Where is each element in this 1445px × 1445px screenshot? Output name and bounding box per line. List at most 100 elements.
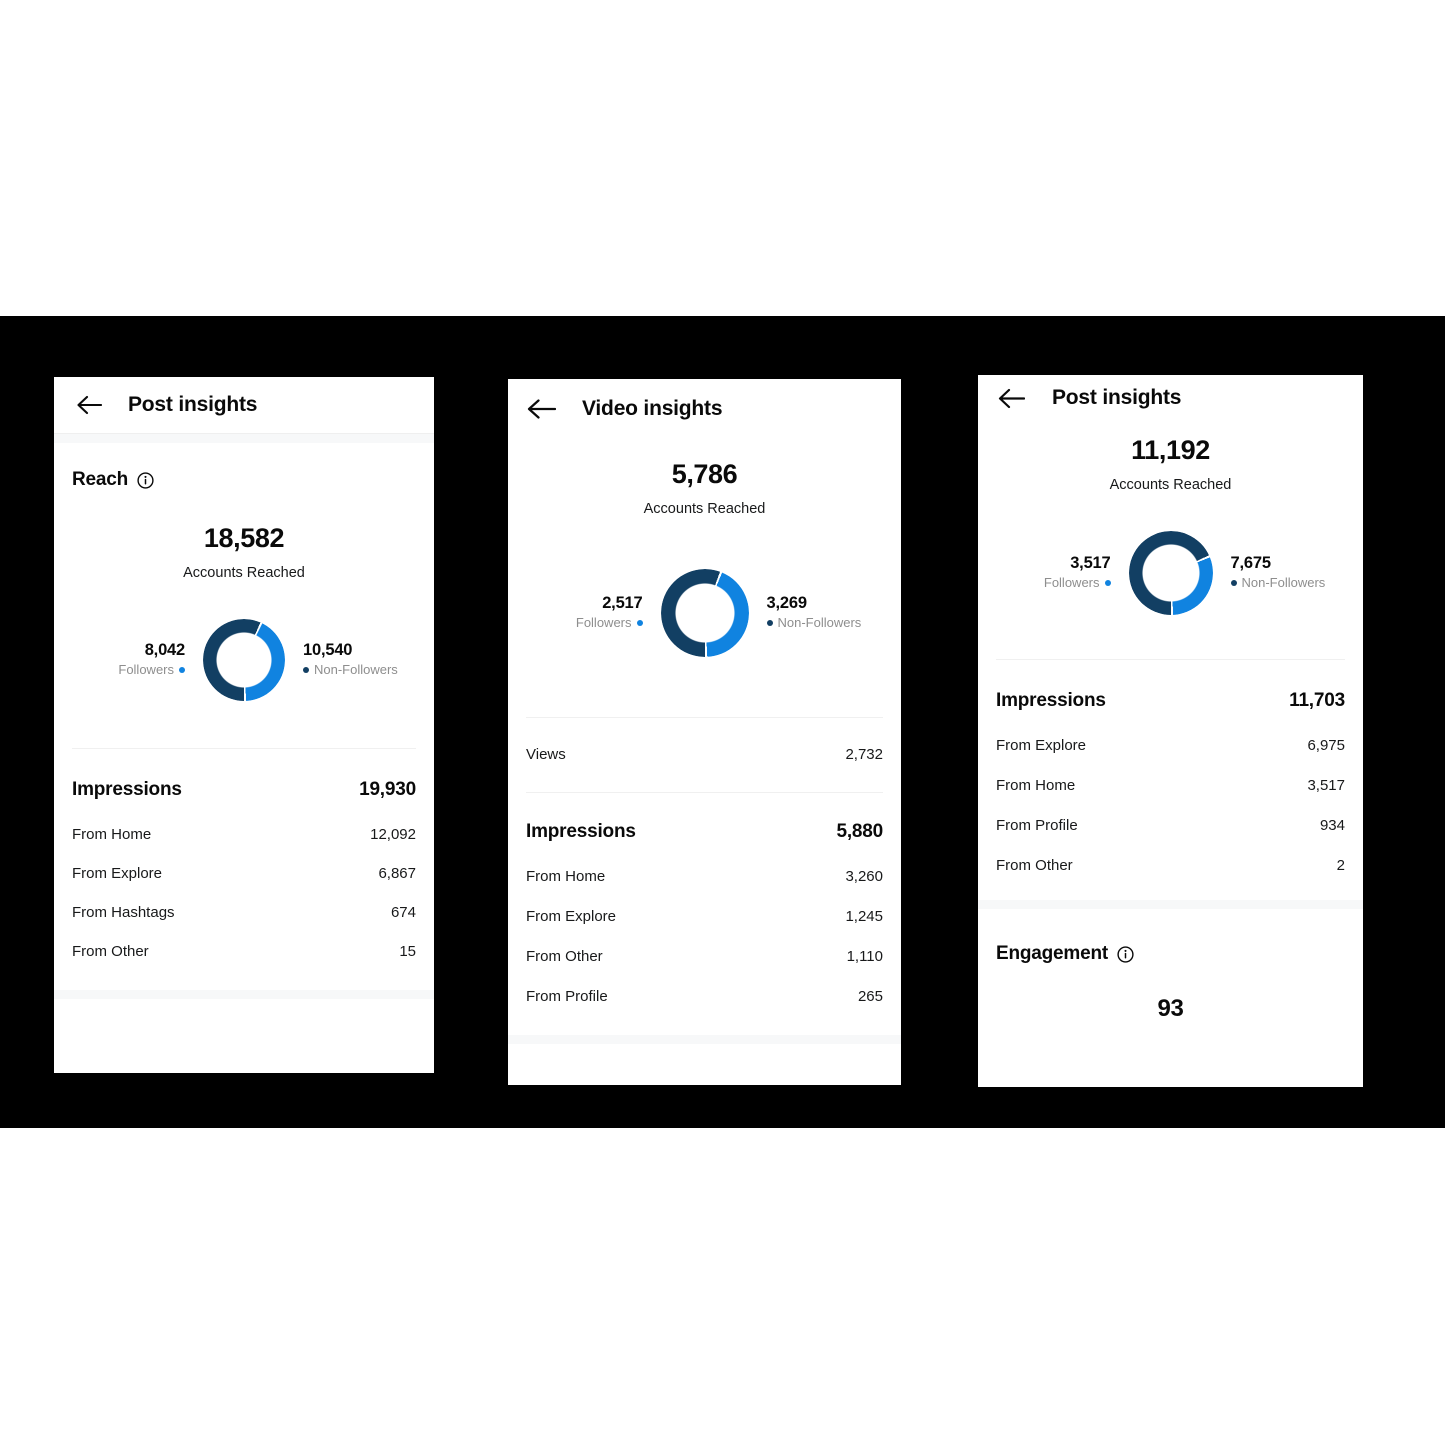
table-row[interactable]: From Home 3,260 [508, 868, 901, 885]
table-row[interactable]: From Home 3,517 [978, 777, 1363, 794]
followers-label-row: Followers [993, 574, 1111, 593]
panel-3-title: Post insights [1052, 386, 1182, 409]
table-row[interactable]: From Home 12,092 [54, 826, 434, 843]
non-followers-legend: 7,675 Non-Followers [1230, 553, 1349, 593]
impressions-value: 5,880 [836, 821, 883, 842]
reach-section-title-row: Reach [54, 469, 434, 491]
row-value: 6,867 [378, 865, 416, 882]
row-value: 265 [857, 988, 883, 1005]
table-row[interactable]: From Profile 265 [508, 988, 901, 1005]
engagement-value: 93 [1157, 995, 1184, 1022]
impressions-header-row: Impressions 19,930 [54, 779, 434, 801]
non-followers-color-dot [1230, 580, 1237, 587]
row-label: From Hashtags [72, 904, 175, 921]
non-followers-label-row: Non-Followers [766, 614, 885, 633]
followers-legend: 3,517 Followers [993, 553, 1111, 592]
screenshot-stage: Post insights Reach 18,582 Accounts Reac… [0, 0, 1445, 1445]
accounts-reached-value: 11,192 [1131, 435, 1210, 465]
engagement-section-label: Engagement [996, 943, 1109, 964]
info-circle-icon[interactable] [137, 471, 154, 489]
reach-section-label: Reach [72, 469, 129, 490]
panel-1-bottom-gap [54, 990, 434, 999]
reach-donut-chart [660, 569, 749, 657]
row-label: From Other [996, 857, 1073, 874]
panel-3-header: Post insights [978, 375, 1363, 421]
table-row[interactable]: From Explore 6,975 [978, 737, 1363, 754]
non-followers-label-row: Non-Followers [1230, 574, 1349, 593]
arrow-left-icon[interactable] [72, 391, 106, 419]
non-followers-color-dot [766, 620, 773, 627]
accounts-reached-label: Accounts Reached [643, 501, 766, 517]
table-row[interactable]: From Profile 934 [978, 817, 1363, 834]
non-followers-color-dot [303, 667, 309, 674]
row-value: 3,260 [845, 868, 883, 885]
accounts-reached-label: Accounts Reached [1109, 477, 1232, 493]
row-label: From Home [72, 826, 152, 843]
accounts-reached-value: 18,582 [203, 523, 285, 553]
info-circle-icon[interactable] [1117, 945, 1134, 963]
non-followers-value: 10,540 [303, 641, 353, 660]
views-label: Views [526, 746, 566, 763]
table-row[interactable]: From Other 15 [54, 943, 434, 960]
post-insights-panel-3: Post insights 11,192 Accounts Reached 3,… [978, 375, 1363, 1087]
row-value: 15 [399, 943, 416, 960]
impressions-label: Impressions [72, 779, 182, 800]
panel-1-title: Post insights [128, 393, 258, 416]
impressions-value: 19,930 [359, 779, 416, 800]
non-followers-label: Non-Followers [777, 614, 862, 630]
non-followers-label-row: Non-Followers [303, 661, 421, 680]
followers-value: 2,517 [602, 594, 643, 613]
views-value: 2,732 [845, 746, 883, 763]
row-value: 1,245 [845, 908, 883, 925]
reach-donut-chart [203, 619, 285, 701]
non-followers-value: 7,675 [1230, 554, 1271, 573]
accounts-reached-value: 5,786 [671, 459, 738, 489]
non-followers-legend: 3,269 Non-Followers [766, 593, 885, 633]
row-value: 12,092 [370, 826, 416, 843]
panel-3-section-gap [978, 900, 1363, 909]
row-value: 1,110 [846, 948, 883, 965]
row-label: From Profile [526, 988, 608, 1005]
accounts-reached-label: Accounts Reached [183, 565, 305, 581]
post-insights-panel-1: Post insights Reach 18,582 Accounts Reac… [54, 377, 434, 1073]
followers-value: 8,042 [144, 641, 185, 660]
non-followers-label: Non-Followers [1241, 574, 1326, 590]
table-row[interactable]: From Other 2 [978, 857, 1363, 874]
followers-label-row: Followers [67, 661, 185, 680]
followers-value: 3,517 [1070, 554, 1111, 573]
followers-label-row: Followers [525, 614, 643, 633]
arrow-left-icon[interactable] [524, 395, 558, 423]
row-label: From Explore [996, 737, 1087, 754]
row-label: From Other [526, 948, 603, 965]
row-label: From Profile [996, 817, 1078, 834]
table-row[interactable]: From Explore 6,867 [54, 865, 434, 882]
arrow-left-icon[interactable] [994, 384, 1028, 412]
reach-donut-row: 3,517 Followers 7,675 Non-Followers [978, 531, 1363, 615]
followers-color-dot [179, 667, 185, 674]
panel-2-title: Video insights [582, 397, 723, 420]
panel-1-header: Post insights [54, 377, 434, 433]
impressions-value: 11,703 [1289, 690, 1345, 711]
views-row[interactable]: Views 2,732 [508, 746, 901, 763]
impressions-header-row: Impressions 5,880 [508, 821, 901, 843]
non-followers-legend: 10,540 Non-Followers [303, 640, 421, 679]
impressions-label: Impressions [996, 690, 1106, 711]
row-label: From Other [72, 943, 149, 960]
panel-2-bottom-gap [508, 1035, 901, 1044]
row-value: 3,517 [1307, 777, 1345, 794]
row-label: From Home [526, 868, 606, 885]
table-row[interactable]: From Hashtags 674 [54, 904, 434, 921]
reach-donut-row: 8,042 Followers 10,540 Non-Followers [54, 619, 434, 701]
table-row[interactable]: From Other 1,110 [508, 948, 901, 965]
row-value: 934 [1319, 817, 1345, 834]
row-label: From Explore [72, 865, 163, 882]
followers-color-dot [1104, 580, 1111, 587]
followers-label: Followers [575, 614, 632, 630]
engagement-section-title-row: Engagement [978, 943, 1363, 965]
table-row[interactable]: From Explore 1,245 [508, 908, 901, 925]
reach-donut-row: 2,517 Followers 3,269 Non-Followers [508, 569, 901, 657]
panel-1-section-gap [54, 434, 434, 443]
followers-legend: 2,517 Followers [525, 593, 643, 632]
video-insights-panel-2: Video insights 5,786 Accounts Reached 2,… [508, 379, 901, 1085]
impressions-header-row: Impressions 11,703 [978, 690, 1363, 712]
